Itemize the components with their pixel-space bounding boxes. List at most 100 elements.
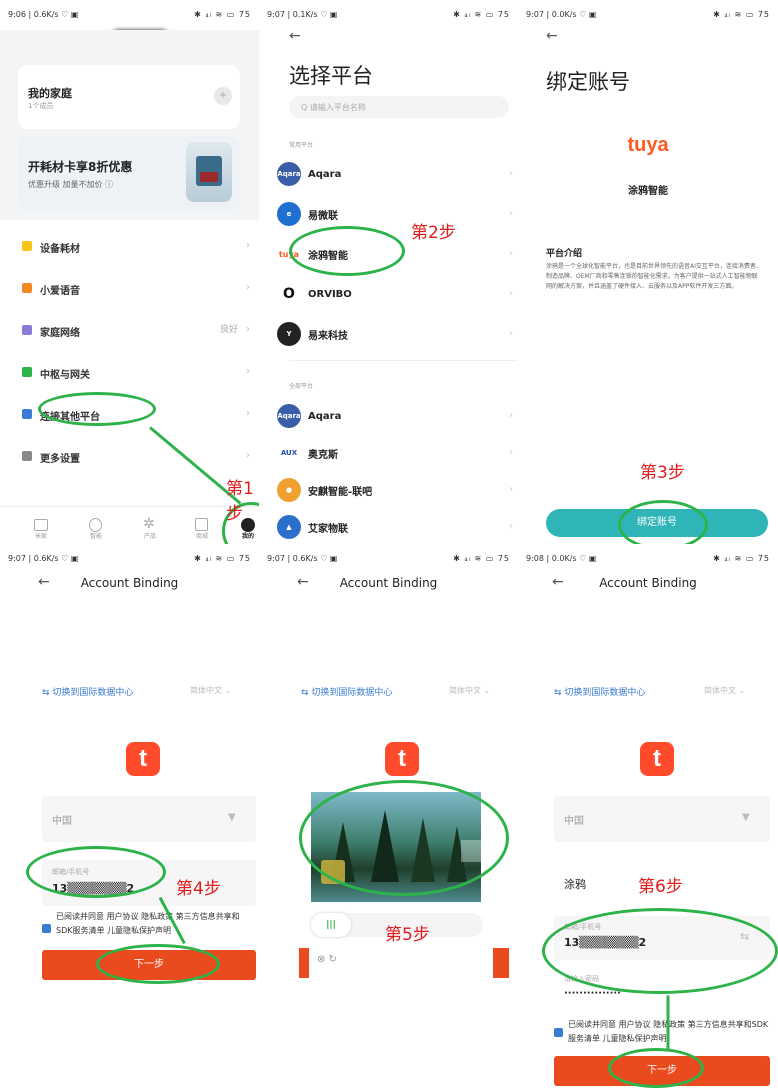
gateway-icon [22, 367, 32, 377]
status-bar: 9:07 | 0.6K/s ♡ ▣ ✱ ₄ₗ ≋ ▭ 75 [8, 554, 251, 563]
family-title: 我的家庭 [28, 87, 72, 100]
status-bar: 9:06 | 0.6K/s ♡ ▣ ✱ ₄ₗ ≋ ▭ 75 [8, 10, 251, 19]
network-icon [22, 325, 32, 335]
platform-item[interactable]: ▲ 艾家物联 [277, 515, 348, 539]
add-family-icon[interactable]: + [214, 87, 232, 105]
step2-ring [289, 226, 405, 276]
agree-checkbox[interactable] [42, 924, 51, 933]
platform-item[interactable]: Y 易来科技 [277, 322, 348, 346]
country-select[interactable]: 中国 ▼ [554, 796, 770, 842]
chevron-right-icon: › [509, 328, 513, 339]
chevron-right-icon: › [509, 168, 513, 179]
chevron-right-icon: › [246, 324, 250, 335]
platform-logo-icon: Y [277, 322, 301, 346]
step4-label: 第4步 [176, 879, 221, 899]
screen-bind-account: 9:07 | 0.0K/s ♡ ▣ ✱ ₄ₗ ≋ ▭ 75 ← 绑定账号 tuya… [518, 0, 778, 544]
menu-item-consumables[interactable]: 设备耗材 [40, 240, 80, 255]
agree-checkbox[interactable] [554, 1028, 563, 1037]
menu-item-more-settings[interactable]: 更多设置 [40, 450, 80, 465]
step6-label: 第6步 [638, 877, 683, 897]
platform-name: 易微联 [308, 210, 338, 222]
platform-name: 涂鸦智能 [628, 186, 668, 197]
family-card[interactable]: 我的家庭 1个成员 + [18, 65, 240, 129]
tab-home-icon[interactable] [34, 519, 48, 531]
network-status: 良好 [220, 325, 239, 335]
chevron-right-icon: › [509, 288, 513, 299]
step3-label: 第3步 [640, 463, 685, 483]
screen-tuya-login: 9:07 | 0.6K/s ♡ ▣ ✱ ₄ₗ ≋ ▭ 75 ← Account B… [0, 544, 259, 1088]
tab-label-smart[interactable]: 智能 [86, 531, 106, 540]
platform-logo-icon: Aqara [277, 404, 301, 428]
platform-name: 艾家物联 [308, 523, 348, 535]
dropdown-triangle-icon: ▼ [742, 812, 750, 823]
switch-data-center[interactable]: ⇆ 切换到国际数据中心 [554, 685, 645, 698]
platform-name: ORVIBO [308, 288, 352, 300]
agree-text[interactable]: 已阅读并同意 用户协议 隐私政策 第三方信息共享和SDK服务清单 儿童隐私保护声… [568, 1018, 774, 1046]
step5-label: 第5步 [385, 925, 430, 945]
promo-subtitle: 优惠升级 加量不加价 ⓘ [28, 180, 114, 189]
screen-mijia-profile: 9:06 | 0.6K/s ♡ ▣ ✱ ₄ₗ ≋ ▭ 75 我的家庭 1个成员 +… [0, 0, 259, 544]
chevron-right-icon: › [246, 282, 250, 293]
platform-search-input[interactable]: Q 请输入平台名称 [289, 96, 509, 118]
page-title: Account Binding [599, 576, 697, 590]
page-title: 选择平台 [289, 64, 373, 88]
voice-icon [22, 283, 32, 293]
promo-banner[interactable]: 开耗材卡享8折优惠 优惠升级 加量不加价 ⓘ [18, 136, 240, 210]
step6-arrow [666, 995, 670, 1052]
menu-item-gateway[interactable]: 中枢与网关 [40, 366, 90, 381]
tuya-logo: tuya [627, 134, 669, 156]
tab-label-product[interactable]: 产品 [140, 531, 160, 540]
language-select[interactable]: 简体中文 ⌄ [449, 685, 490, 696]
tab-smart-icon[interactable] [89, 518, 102, 532]
switch-data-center[interactable]: ⇆ 切换到国际数据中心 [42, 685, 133, 698]
screen-tuya-password: 9:08 | 0.0K/s ♡ ▣ ✱ ₄ₗ ≋ ▭ 75 ← Account B… [518, 544, 778, 1088]
platform-item[interactable]: O ORVIBO [277, 282, 352, 306]
country-value: 中国 [52, 816, 72, 827]
back-arrow-icon[interactable]: ← [546, 28, 558, 44]
screen-choose-platform: 9:07 | 0.1K/s ♡ ▣ ✱ ₄ₗ ≋ ▭ 75 ← 选择平台 Q 请输… [259, 0, 518, 544]
page-title: Account Binding [339, 576, 438, 590]
status-bar: 9:07 | 0.0K/s ♡ ▣ ✱ ₄ₗ ≋ ▭ 75 [526, 10, 770, 19]
step4-ring-button [96, 944, 220, 984]
chevron-right-icon: › [509, 410, 513, 421]
language-select[interactable]: 简体中文 ⌄ [190, 685, 231, 696]
language-select[interactable]: 简体中文 ⌄ [704, 685, 745, 696]
consumables-icon [22, 241, 32, 251]
platform-logo-icon: ● [277, 478, 301, 502]
status-bar: 9:08 | 0.0K/s ♡ ▣ ✱ ₄ₗ ≋ ▭ 75 [526, 554, 770, 563]
chevron-right-icon: › [509, 447, 513, 458]
login-button-left-edge [299, 948, 309, 978]
chevron-right-icon: › [246, 450, 250, 461]
chevron-right-icon: › [509, 208, 513, 219]
captcha-slider-handle[interactable]: ||| [311, 913, 351, 937]
refresh-close-icons[interactable]: ⊗ ↻ [317, 954, 337, 965]
chevron-right-icon: › [509, 484, 513, 495]
step5-ring [299, 780, 509, 896]
step6-ring-button [608, 1048, 704, 1088]
platform-logo-icon: AUX [277, 441, 301, 465]
platform-item[interactable]: Aqara Aqara [277, 162, 341, 186]
back-arrow-icon[interactable]: ← [289, 28, 301, 44]
tab-product-icon[interactable]: ✲ [143, 516, 155, 532]
tab-label-home[interactable]: 米家 [31, 531, 51, 540]
agree-text[interactable]: 已阅读并同意 用户协议 隐私政策 第三方信息共享和SDK服务清单 儿童隐私保护声… [56, 910, 256, 938]
step4-ring-account [26, 846, 166, 898]
platform-item[interactable]: Aqara Aqara [277, 404, 341, 428]
platform-item[interactable]: e 易微联 [277, 202, 338, 226]
status-bar: 9:07 | 0.6K/s ♡ ▣ ✱ ₄ₗ ≋ ▭ 75 [267, 554, 510, 563]
menu-item-network[interactable]: 家庭网络 [40, 324, 80, 339]
platform-item[interactable]: ● 安麒智能-联吧 [277, 478, 372, 502]
country-value: 中国 [564, 816, 584, 827]
step6-ring-fields [542, 908, 778, 994]
screen-captcha: 9:07 | 0.6K/s ♡ ▣ ✱ ₄ₗ ≋ ▭ 75 ← Account B… [259, 544, 518, 1088]
tab-store-icon[interactable] [195, 518, 208, 531]
tab-label-store[interactable]: 商城 [192, 531, 212, 540]
platform-item[interactable]: AUX 奥克斯 [277, 441, 338, 465]
switch-data-center[interactable]: ⇆ 切换到国际数据中心 [301, 685, 392, 698]
country-select[interactable]: 中国 ▼ [42, 796, 256, 842]
chevron-right-icon: › [509, 521, 513, 532]
platform-logo-icon: O [277, 282, 301, 306]
platform-logo-icon: Aqara [277, 162, 301, 186]
menu-item-voice[interactable]: 小爱语音 [40, 282, 80, 297]
brand-value: 涂鸦 [564, 878, 586, 891]
